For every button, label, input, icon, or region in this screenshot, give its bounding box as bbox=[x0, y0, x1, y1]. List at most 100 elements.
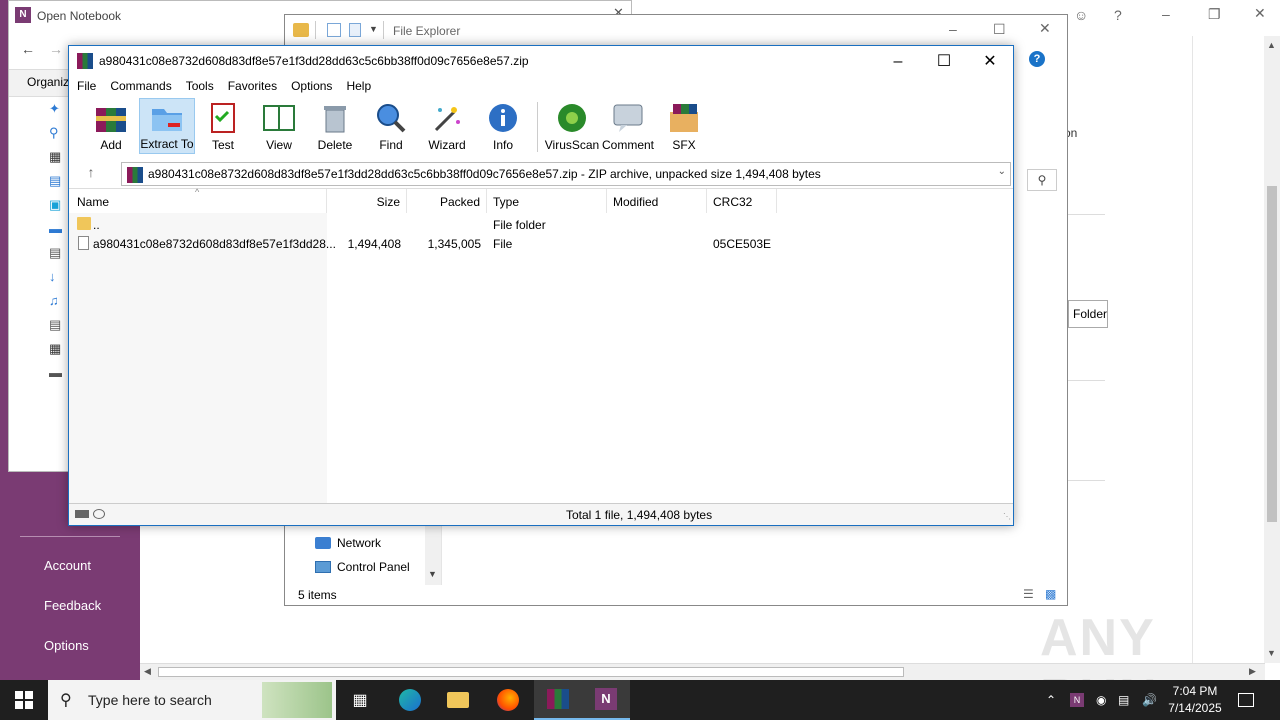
account-link[interactable]: Account bbox=[44, 558, 91, 573]
column-header-modified[interactable]: Modified bbox=[607, 189, 707, 213]
winrar-logo-icon bbox=[547, 689, 569, 709]
new-folder-icon[interactable] bbox=[349, 23, 361, 37]
feedback-link[interactable]: Feedback bbox=[44, 598, 101, 613]
task-view-icon: ▦ bbox=[352, 692, 368, 709]
notifications-button[interactable] bbox=[1238, 680, 1254, 720]
archive-path-text: a980431c08e8732d608d83df8e57e1f3dd28dd63… bbox=[148, 167, 821, 181]
minimize-icon[interactable]: – bbox=[1162, 6, 1170, 22]
sfx-button[interactable]: SFX bbox=[656, 98, 712, 154]
firefox-taskbar-button[interactable] bbox=[484, 680, 532, 720]
minimize-icon[interactable]: – bbox=[875, 50, 921, 74]
taskbar-search-box[interactable]: ⚲ Type here to search bbox=[48, 680, 336, 720]
folder-button[interactable]: Folder bbox=[1068, 300, 1108, 328]
minimize-icon[interactable]: – bbox=[949, 21, 957, 37]
tray-onenote[interactable]: N bbox=[1070, 680, 1084, 720]
organize-menu[interactable]: Organiz bbox=[27, 75, 69, 89]
info-button[interactable]: Info bbox=[475, 98, 531, 154]
add-button[interactable]: Add bbox=[83, 98, 139, 154]
archive-path-field[interactable]: a980431c08e8732d608d83df8e57e1f3dd28dd63… bbox=[121, 162, 1011, 186]
column-header-size[interactable]: Size bbox=[327, 189, 407, 213]
table-row[interactable]: .. File folder bbox=[69, 215, 769, 234]
column-header-type[interactable]: Type bbox=[487, 189, 607, 213]
clock-time: 7:04 PM bbox=[1172, 684, 1218, 698]
downloads-icon: ↓ bbox=[49, 269, 56, 284]
nav-scrollbar[interactable]: ▼ bbox=[425, 525, 441, 585]
column-header-name[interactable]: Name ^ bbox=[69, 187, 327, 213]
nav-item-network[interactable]: Network bbox=[315, 536, 381, 550]
resize-grip-icon[interactable]: ⋱ bbox=[1003, 512, 1011, 521]
column-header-packed[interactable]: Packed bbox=[407, 189, 487, 213]
menu-help[interactable]: Help bbox=[346, 76, 379, 98]
show-hidden-icons[interactable]: ⌃ bbox=[1046, 680, 1056, 720]
tray-meet[interactable]: ◉ bbox=[1096, 680, 1106, 720]
maximize-icon[interactable]: ☐ bbox=[993, 21, 1006, 38]
chevron-down-icon[interactable]: ⌄ bbox=[998, 166, 1006, 177]
tray-network[interactable]: ▤ bbox=[1118, 680, 1129, 720]
quick-access-dropdown-icon[interactable]: ▼ bbox=[369, 24, 378, 34]
test-button[interactable]: Test bbox=[195, 98, 251, 154]
find-button[interactable]: Find bbox=[363, 98, 419, 154]
comment-button[interactable]: Comment bbox=[600, 98, 656, 154]
close-icon[interactable]: ✕ bbox=[1039, 20, 1051, 37]
scroll-thumb[interactable] bbox=[158, 667, 904, 677]
key-icon[interactable] bbox=[93, 509, 105, 519]
help-icon[interactable]: ? bbox=[1029, 51, 1045, 67]
up-arrow-icon[interactable]: ↑ bbox=[79, 164, 103, 184]
edge-taskbar-button[interactable] bbox=[386, 680, 434, 720]
back-arrow-icon[interactable]: ← bbox=[21, 41, 35, 57]
onenote-taskbar-button[interactable]: N bbox=[582, 680, 630, 720]
scroll-up-icon[interactable]: ▲ bbox=[1267, 40, 1276, 50]
menu-tools[interactable]: Tools bbox=[186, 76, 222, 98]
info-icon bbox=[486, 101, 520, 135]
menu-options[interactable]: Options bbox=[291, 76, 340, 98]
view-button[interactable]: View bbox=[251, 98, 307, 154]
start-button[interactable] bbox=[0, 680, 48, 720]
scroll-left-icon[interactable]: ◀ bbox=[144, 666, 151, 677]
tray-volume[interactable]: 🔊 bbox=[1142, 680, 1157, 720]
button-label: Info bbox=[492, 138, 513, 152]
person-icon[interactable]: ☺ bbox=[1074, 7, 1088, 23]
menu-commands[interactable]: Commands bbox=[110, 76, 179, 98]
column-header-crc32[interactable]: CRC32 bbox=[707, 189, 777, 213]
close-icon[interactable]: ✕ bbox=[1254, 5, 1266, 22]
folder-icon bbox=[293, 23, 309, 37]
help-icon[interactable]: ? bbox=[1114, 7, 1122, 23]
taskbar-clock[interactable]: 7:04 PM 7/14/2025 bbox=[1166, 683, 1224, 717]
3d-objects-icon: ▣ bbox=[49, 197, 62, 212]
options-link[interactable]: Options bbox=[44, 638, 89, 653]
winrar-taskbar-button[interactable] bbox=[534, 680, 582, 720]
row-size: 1,494,408 bbox=[347, 237, 401, 251]
test-icon bbox=[206, 101, 240, 135]
properties-icon[interactable] bbox=[327, 23, 341, 37]
large-icons-view-icon[interactable]: ▩ bbox=[1045, 587, 1056, 601]
wizard-button[interactable]: Wizard bbox=[419, 98, 475, 154]
search-icon[interactable]: ⚲ bbox=[1027, 169, 1057, 191]
file-icon bbox=[78, 236, 89, 250]
notification-icon bbox=[1238, 693, 1254, 707]
delete-button[interactable]: Delete bbox=[307, 98, 363, 154]
task-view-button[interactable]: ▦ bbox=[336, 680, 384, 720]
details-view-icon[interactable]: ☰ bbox=[1023, 587, 1034, 601]
explorer-taskbar-button[interactable] bbox=[434, 680, 482, 720]
folder-icon bbox=[77, 217, 91, 230]
window-title: File Explorer bbox=[393, 24, 461, 38]
menu-file[interactable]: File bbox=[77, 76, 104, 98]
menu-favorites[interactable]: Favorites bbox=[228, 76, 285, 98]
desktop-icon: ▬ bbox=[49, 221, 62, 236]
scroll-thumb[interactable] bbox=[1267, 186, 1277, 522]
vertical-scrollbar[interactable]: ▲ ▼ bbox=[1264, 36, 1280, 663]
virusscan-button[interactable]: VirusScan bbox=[544, 98, 600, 154]
comment-icon bbox=[611, 101, 645, 135]
row-name: a980431c08e8732d608d83df8e57e1f3dd28... bbox=[93, 237, 336, 251]
maximize-icon[interactable]: ☐ bbox=[921, 50, 967, 74]
forward-arrow-icon[interactable]: → bbox=[49, 41, 63, 57]
close-icon[interactable]: ✕ bbox=[967, 50, 1013, 74]
restore-icon[interactable]: ❐ bbox=[1208, 6, 1221, 23]
extract-to-button[interactable]: Extract To bbox=[139, 98, 195, 154]
drive-icon[interactable] bbox=[75, 510, 89, 518]
search-placeholder: Type here to search bbox=[88, 692, 212, 708]
table-row[interactable]: a980431c08e8732d608d83df8e57e1f3dd28... … bbox=[69, 234, 771, 253]
videos-icon: ▦ bbox=[49, 341, 62, 356]
nav-item-control-panel[interactable]: Control Panel bbox=[315, 560, 410, 574]
scroll-down-icon[interactable]: ▼ bbox=[428, 569, 437, 579]
